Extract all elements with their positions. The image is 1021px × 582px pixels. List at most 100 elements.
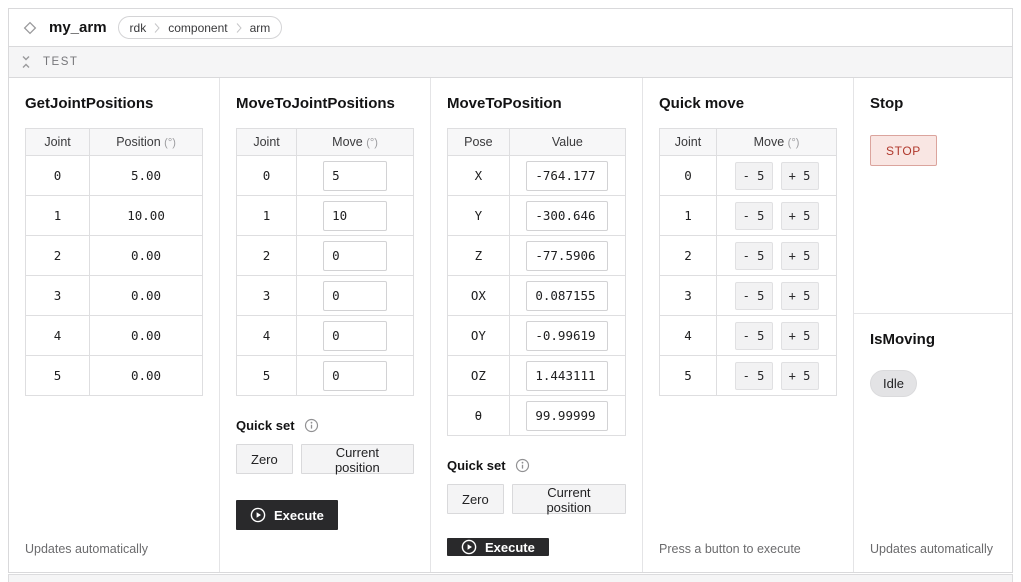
arm-test-panel: my_arm rdk component arm TEST GetJointPo… <box>8 8 1013 582</box>
minus-5-button[interactable]: - 5 <box>735 362 773 390</box>
pose-axis-label: Z <box>448 236 510 276</box>
table-row: OX <box>448 276 626 316</box>
pose-axis-label: Y <box>448 196 510 236</box>
quick-set-buttons: Zero Current position <box>236 444 414 474</box>
table-row: 5 - 5 + 5 <box>660 356 837 396</box>
info-icon[interactable] <box>304 418 319 433</box>
joint-move-input[interactable] <box>323 361 387 391</box>
minus-5-button[interactable]: - 5 <box>735 162 773 190</box>
quick-move-table: Joint Move (°) 0 - 5 + 5 <box>659 128 837 396</box>
step-buttons-cell: - 5 + 5 <box>717 276 837 316</box>
column-header-pose: Pose <box>448 129 510 156</box>
pose-value-input[interactable] <box>526 201 608 231</box>
column-header-value: Value <box>509 129 625 156</box>
pose-input-cell <box>509 196 625 236</box>
joint-index: 4 <box>660 316 717 356</box>
pose-axis-label: OZ <box>448 356 510 396</box>
info-icon[interactable] <box>515 458 530 473</box>
card-title: Stop <box>870 95 996 112</box>
pose-value-input[interactable] <box>526 321 608 351</box>
component-name: my_arm <box>49 19 107 36</box>
breadcrumb-component[interactable]: component <box>168 21 227 35</box>
pose-table: Pose Value X Y <box>447 128 626 436</box>
breadcrumb-rdk[interactable]: rdk <box>130 21 147 35</box>
breadcrumb-arm[interactable]: arm <box>250 21 271 35</box>
move-input-cell <box>297 356 414 396</box>
table-row: 1 <box>237 196 414 236</box>
degree-unit: (°) <box>788 137 800 149</box>
stop-card: Stop STOP <box>854 78 1012 314</box>
degree-unit: (°) <box>366 137 378 149</box>
current-position-button[interactable]: Current position <box>512 484 626 514</box>
pose-value-input[interactable] <box>526 401 608 431</box>
column-header-move: Move (°) <box>717 129 837 156</box>
plus-5-button[interactable]: + 5 <box>781 322 819 350</box>
plus-5-button[interactable]: + 5 <box>781 362 819 390</box>
execute-button[interactable]: Execute <box>236 500 338 530</box>
is-moving-card: IsMoving Idle Updates automatically <box>854 314 1012 572</box>
table-row: 1 - 5 + 5 <box>660 196 837 236</box>
execute-button[interactable]: Execute <box>447 538 549 556</box>
plus-5-button[interactable]: + 5 <box>781 162 819 190</box>
table-row: 3 <box>237 276 414 316</box>
joint-index: 3 <box>660 276 717 316</box>
step-buttons-cell: - 5 + 5 <box>717 356 837 396</box>
zero-button[interactable]: Zero <box>236 444 293 474</box>
test-section-bar[interactable]: TEST <box>8 47 1013 78</box>
table-row: 1 10.00 <box>26 196 203 236</box>
joint-move-input[interactable] <box>323 241 387 271</box>
table-row: 0 <box>237 156 414 196</box>
minus-5-button[interactable]: - 5 <box>735 202 773 230</box>
joint-position-value: 0.00 <box>90 276 203 316</box>
pose-value-input[interactable] <box>526 241 608 271</box>
joint-position-value: 5.00 <box>90 156 203 196</box>
joint-position-value: 10.00 <box>90 196 203 236</box>
current-position-button[interactable]: Current position <box>301 444 414 474</box>
pose-value-input[interactable] <box>526 361 608 391</box>
pose-input-cell <box>509 316 625 356</box>
joint-move-input[interactable] <box>323 201 387 231</box>
move-input-cell <box>297 196 414 236</box>
step-buttons-cell: - 5 + 5 <box>717 156 837 196</box>
joint-index: 2 <box>660 236 717 276</box>
chevron-right-icon <box>236 22 242 34</box>
card-title: IsMoving <box>870 331 996 348</box>
pose-input-cell <box>509 156 625 196</box>
joint-move-input[interactable] <box>323 281 387 311</box>
column-header-move: Move (°) <box>297 129 414 156</box>
joint-index: 2 <box>26 236 90 276</box>
minus-5-button[interactable]: - 5 <box>735 322 773 350</box>
joint-move-input[interactable] <box>323 321 387 351</box>
plus-5-button[interactable]: + 5 <box>781 282 819 310</box>
column-header-joint: Joint <box>237 129 297 156</box>
step-buttons-cell: - 5 + 5 <box>717 196 837 236</box>
table-row: Y <box>448 196 626 236</box>
plus-5-button[interactable]: + 5 <box>781 242 819 270</box>
table-row: 0 - 5 + 5 <box>660 156 837 196</box>
test-panel-body: GetJointPositions Joint Position (°) 0 5… <box>8 78 1013 573</box>
joint-index: 3 <box>26 276 90 316</box>
joint-move-input[interactable] <box>323 161 387 191</box>
quick-move-card: Quick move Joint Move (°) 0 - 5 <box>643 78 854 572</box>
pose-axis-label: OY <box>448 316 510 356</box>
stop-button[interactable]: STOP <box>870 135 937 166</box>
collapse-icon[interactable] <box>20 55 32 69</box>
table-row: 4 0.00 <box>26 316 203 356</box>
pose-input-cell <box>509 276 625 316</box>
minus-5-button[interactable]: - 5 <box>735 242 773 270</box>
pose-value-input[interactable] <box>526 281 608 311</box>
pose-axis-label: OX <box>448 276 510 316</box>
pose-input-cell <box>509 396 625 436</box>
step-buttons-cell: - 5 + 5 <box>717 236 837 276</box>
plus-5-button[interactable]: + 5 <box>781 202 819 230</box>
pose-value-input[interactable] <box>526 161 608 191</box>
column-header-joint: Joint <box>660 129 717 156</box>
minus-5-button[interactable]: - 5 <box>735 282 773 310</box>
play-circle-icon <box>461 539 477 555</box>
quick-set-header: Quick set <box>236 418 414 433</box>
zero-button[interactable]: Zero <box>447 484 504 514</box>
get-joint-positions-card: GetJointPositions Joint Position (°) 0 5… <box>9 78 220 572</box>
table-row: 3 - 5 + 5 <box>660 276 837 316</box>
auto-update-note: Updates automatically <box>25 542 203 556</box>
joint-index: 4 <box>26 316 90 356</box>
